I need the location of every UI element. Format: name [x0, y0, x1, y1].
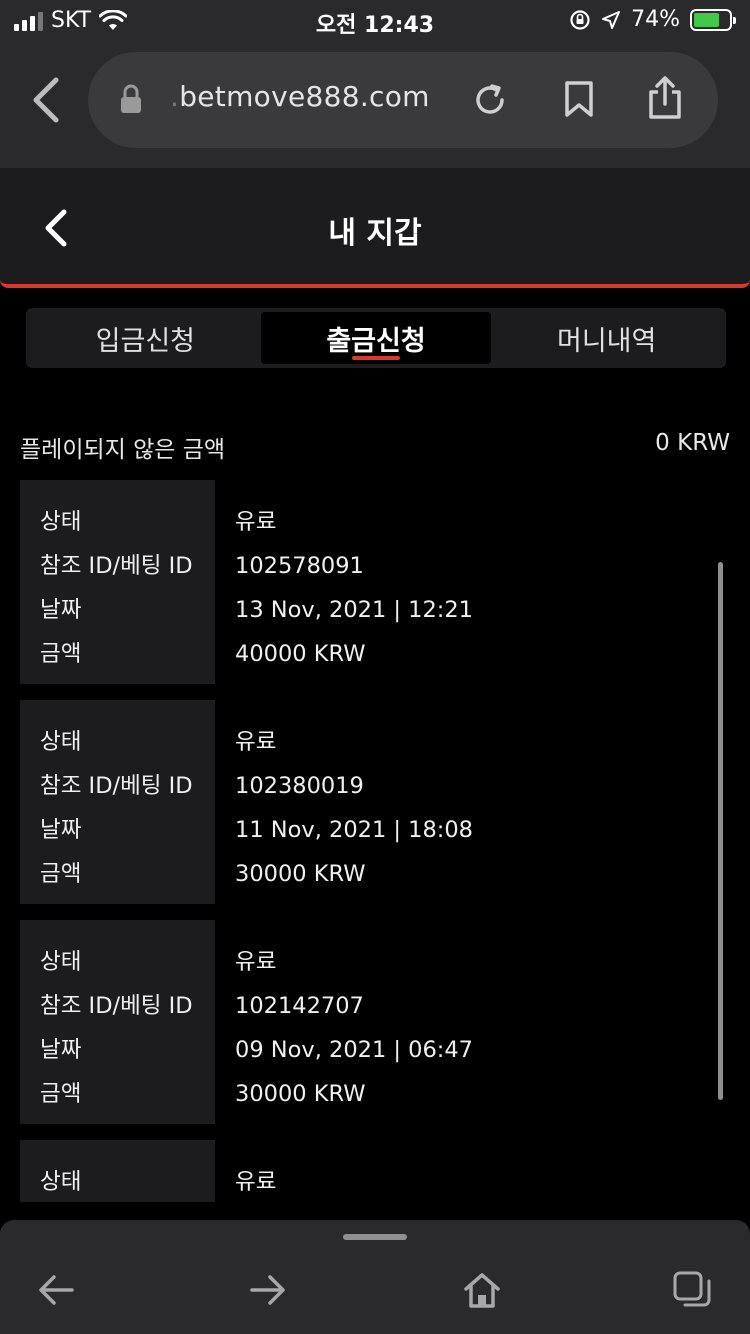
status-label: 상태 — [40, 729, 82, 755]
sheet-grabber[interactable] — [343, 1234, 407, 1240]
back-icon[interactable] — [36, 1270, 76, 1310]
unplayed-amount-value: 0 KRW — [655, 430, 730, 456]
browser-back-icon[interactable] — [26, 74, 66, 126]
status-bar: SKT 오전 12:43 74% — [0, 0, 750, 44]
location-icon — [602, 10, 621, 29]
amount-value: 40000 KRW — [235, 641, 366, 667]
unplayed-amount-row: 플레이되지 않은 금액 0 KRW — [20, 430, 730, 464]
date-label: 날짜 — [40, 597, 82, 623]
record-values: 유료 — [215, 1140, 710, 1202]
browser-toolbar: .betmove888.com — [0, 44, 750, 168]
status-value: 유료 — [235, 729, 277, 755]
ref-id-value: 102380019 — [235, 773, 364, 799]
withdraw-records-list[interactable]: 상태 참조 ID/베팅 ID 날짜 금액 유료 102578091 13 Nov… — [20, 480, 710, 1202]
address-bar[interactable]: .betmove888.com — [88, 52, 718, 148]
date-value: 11 Nov, 2021 | 18:08 — [235, 817, 473, 843]
date-value: 13 Nov, 2021 | 12:21 — [235, 597, 473, 623]
wallet-tabs: 입금신청 출금신청 머니내역 — [26, 308, 726, 368]
tabs-icon[interactable] — [672, 1270, 712, 1310]
status-label: 상태 — [40, 509, 82, 535]
page-title: 내 지갑 — [328, 216, 422, 251]
date-label: 날짜 — [40, 1037, 82, 1063]
amount-label: 금액 — [40, 861, 82, 887]
record-item: 상태 참조 ID/베팅 ID 날짜 금액 유료 102142707 09 Nov… — [20, 920, 710, 1124]
orientation-lock-icon — [570, 9, 590, 30]
ref-id-label: 참조 ID/베팅 ID — [40, 553, 193, 579]
record-values: 유료 102142707 09 Nov, 2021 | 06:47 30000 … — [215, 920, 710, 1124]
lock-icon — [121, 84, 141, 113]
url-prefix: . — [170, 80, 180, 113]
amount-value: 30000 KRW — [235, 1081, 366, 1107]
home-icon[interactable] — [462, 1270, 502, 1310]
ref-id-value: 102578091 — [235, 553, 364, 579]
tab-withdraw[interactable]: 출금신청 — [260, 312, 492, 364]
record-item: 상태 참조 ID/베팅 ID 날짜 금액 유료 — [20, 1140, 710, 1202]
ref-id-label: 참조 ID/베팅 ID — [40, 993, 193, 1019]
scrollbar[interactable] — [718, 562, 723, 1100]
ref-id-label: 참조 ID/베팅 ID — [40, 773, 193, 799]
amount-label: 금액 — [40, 641, 82, 667]
record-labels: 상태 참조 ID/베팅 ID 날짜 금액 — [20, 480, 215, 684]
url-text[interactable]: .betmove888.com — [170, 80, 430, 113]
record-values: 유료 102578091 13 Nov, 2021 | 12:21 40000 … — [215, 480, 710, 684]
status-label: 상태 — [40, 949, 82, 975]
status-value: 유료 — [235, 949, 277, 975]
url-domain: betmove888.com — [179, 80, 430, 113]
record-item: 상태 참조 ID/베팅 ID 날짜 금액 유료 102578091 13 Nov… — [20, 480, 710, 684]
status-label: 상태 — [40, 1169, 82, 1195]
tab-money-history[interactable]: 머니내역 — [491, 312, 722, 364]
ref-id-value: 102142707 — [235, 993, 364, 1019]
share-icon[interactable] — [648, 76, 682, 120]
battery-icon — [690, 8, 736, 31]
amount-label: 금액 — [40, 1081, 82, 1107]
browser-bottom-toolbar — [0, 1220, 750, 1334]
record-labels: 상태 참조 ID/베팅 ID 날짜 금액 — [20, 1140, 215, 1202]
app-header: 내 지갑 — [0, 168, 750, 288]
status-value: 유료 — [235, 1169, 277, 1195]
status-value: 유료 — [235, 509, 277, 535]
tab-deposit[interactable]: 입금신청 — [30, 312, 261, 364]
record-labels: 상태 참조 ID/베팅 ID 날짜 금액 — [20, 920, 215, 1124]
record-item: 상태 참조 ID/베팅 ID 날짜 금액 유료 102380019 11 Nov… — [20, 700, 710, 904]
reload-icon[interactable] — [472, 82, 508, 118]
record-labels: 상태 참조 ID/베팅 ID 날짜 금액 — [20, 700, 215, 904]
amount-value: 30000 KRW — [235, 861, 366, 887]
date-label: 날짜 — [40, 817, 82, 843]
date-value: 09 Nov, 2021 | 06:47 — [235, 1037, 473, 1063]
status-right: 74% — [569, 7, 736, 32]
record-values: 유료 102380019 11 Nov, 2021 | 18:08 30000 … — [215, 700, 710, 904]
bookmark-icon[interactable] — [564, 80, 594, 118]
forward-icon[interactable] — [248, 1270, 288, 1310]
battery-percent: 74% — [631, 7, 680, 32]
unplayed-amount-label: 플레이되지 않은 금액 — [20, 437, 226, 463]
